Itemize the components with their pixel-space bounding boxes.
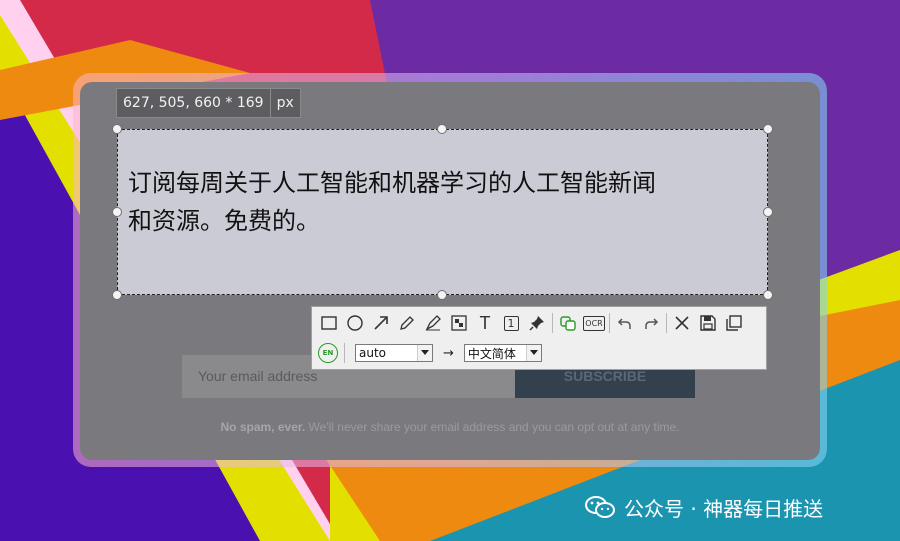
ellipse-icon[interactable] — [342, 310, 368, 336]
no-spam-bold: No spam, ever. — [220, 420, 306, 434]
resize-handle-bottom-left[interactable] — [112, 290, 122, 300]
pen-icon[interactable] — [394, 310, 420, 336]
save-icon[interactable] — [695, 310, 721, 336]
capture-dimensions: 627, 505, 660 * 169 — [116, 88, 271, 118]
arrow-icon[interactable] — [368, 310, 394, 336]
capture-dimensions-label: 627, 505, 660 * 169 px — [116, 88, 301, 118]
ocr-icon[interactable]: OCR — [581, 310, 607, 336]
text-icon[interactable]: T — [472, 310, 498, 336]
no-spam-text: We'll never share your email address and… — [305, 420, 680, 434]
number-tool-label: 1 — [503, 315, 519, 331]
toolbar-separator — [552, 313, 553, 333]
resize-handle-left[interactable] — [112, 207, 122, 217]
capture-toolbar: T 1 OCR EN auto → 中文简体 — [311, 306, 767, 370]
selected-text-line-2: 和资源。免费的。 — [128, 207, 320, 235]
pin-icon[interactable] — [524, 310, 550, 336]
resize-handle-top-right[interactable] — [763, 124, 773, 134]
target-language-value: 中文简体 — [467, 346, 516, 361]
toolbar-translate-row: EN auto → 中文简体 — [316, 340, 542, 366]
language-badge-icon[interactable]: EN — [318, 343, 338, 363]
chevron-down-icon — [525, 345, 541, 361]
resize-handle-bottom-right[interactable] — [763, 290, 773, 300]
marker-icon[interactable] — [420, 310, 446, 336]
target-language-select[interactable]: 中文简体 — [463, 344, 542, 362]
translate-arrow: → — [443, 345, 454, 361]
no-spam-note: No spam, ever. We'll never share your em… — [80, 420, 820, 434]
resize-handle-right[interactable] — [763, 207, 773, 217]
source-language-value: auto — [359, 346, 387, 360]
wechat-watermark: 公众号 · 神器每日推送 — [584, 492, 823, 522]
toolbar-separator — [344, 343, 345, 363]
close-icon[interactable] — [669, 310, 695, 336]
selected-text: 订阅每周关于人工智能和机器学习的人工智能新闻 和资源。免费的。 — [128, 164, 768, 240]
rectangle-icon[interactable] — [316, 310, 342, 336]
chevron-down-icon — [417, 345, 432, 361]
redo-icon[interactable] — [638, 310, 664, 336]
ocr-label: OCR — [583, 315, 605, 331]
wechat-icon — [585, 496, 615, 518]
language-badge-label: EN — [322, 349, 334, 357]
toolbar-separator — [666, 313, 667, 333]
toolbar-separator — [609, 313, 610, 333]
source-language-select[interactable]: auto — [355, 344, 433, 362]
mosaic-icon[interactable] — [446, 310, 472, 336]
capture-unit: px — [270, 88, 301, 118]
resize-handle-bottom[interactable] — [437, 290, 447, 300]
resize-handle-top-left[interactable] — [112, 124, 122, 134]
selected-text-line-1: 订阅每周关于人工智能和机器学习的人工智能新闻 — [128, 169, 656, 197]
undo-icon[interactable] — [612, 310, 638, 336]
watermark-text: 公众号 · 神器每日推送 — [624, 496, 824, 521]
copy-icon[interactable] — [721, 310, 747, 336]
text-tool-label: T — [479, 312, 491, 333]
number-icon[interactable]: 1 — [498, 310, 524, 336]
toolbar-tools-row: T 1 OCR — [316, 310, 747, 336]
resize-handle-top[interactable] — [437, 124, 447, 134]
translate-icon[interactable] — [555, 310, 581, 336]
